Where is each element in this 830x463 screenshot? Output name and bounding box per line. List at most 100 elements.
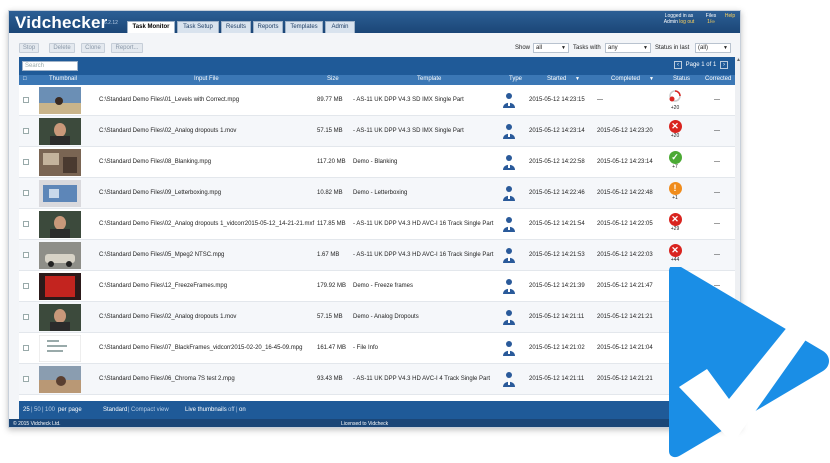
chevron-down-icon: ▼ <box>723 45 728 51</box>
separator: | <box>236 407 238 413</box>
status-in-last-select[interactable]: (all) ▼ <box>695 43 731 53</box>
clone-button[interactable]: Clone <box>81 43 105 53</box>
row-checkbox[interactable] <box>23 283 29 289</box>
video-thumbnail[interactable] <box>39 304 81 331</box>
prev-page-icon[interactable]: ‹ <box>673 61 682 69</box>
table-row[interactable]: C:\Standard Demo Files\02_Analog dropout… <box>19 302 735 333</box>
input-file-cell: C:\Standard Demo Files\09_Letterboxing.m… <box>99 190 222 196</box>
completed-cell: — <box>597 97 603 103</box>
completed-cell: 2015-05-12 14:21:47 <box>597 283 653 289</box>
col-corrected[interactable]: Corrected <box>705 76 731 82</box>
live-thumbnails-label: Live thumbnails <box>185 407 227 413</box>
table-row[interactable]: C:\Standard Demo Files\07_BlackFrames_vi… <box>19 333 735 364</box>
table-row[interactable]: C:\Standard Demo Files\08_Blanking.mpg 11… <box>19 147 735 178</box>
table-row[interactable]: C:\Standard Demo Files\01_Levels with Co… <box>19 85 735 116</box>
tab-task-setup[interactable]: Task Setup <box>177 21 219 33</box>
video-thumbnail[interactable] <box>39 242 81 269</box>
per-page-25[interactable]: 25 <box>23 407 30 413</box>
scroll-up-icon[interactable]: ▲ <box>736 57 740 63</box>
template-cell: Demo - Freeze frames <box>353 283 414 289</box>
select-all-checkbox[interactable]: □ <box>23 76 27 82</box>
col-completed[interactable]: Completed <box>611 76 640 82</box>
col-size[interactable]: Size <box>327 76 339 82</box>
fail-icon[interactable]: ✕ <box>668 120 682 133</box>
col-type[interactable]: Type <box>509 76 522 82</box>
play-triangle-shape <box>669 267 829 458</box>
tab-task-monitor[interactable]: Task Monitor <box>127 21 175 33</box>
started-cell: 2015-05-12 14:22:58 <box>529 159 585 165</box>
video-thumbnail[interactable] <box>39 149 81 176</box>
user-task-icon <box>503 217 515 232</box>
row-checkbox[interactable] <box>23 159 29 165</box>
fail-icon[interactable]: ✕ <box>668 213 682 226</box>
report-button[interactable]: Report... <box>111 43 143 53</box>
row-checkbox[interactable] <box>23 314 29 320</box>
app-version: 6.2.12 <box>104 20 118 26</box>
video-thumbnail[interactable] <box>39 211 81 238</box>
view-compact[interactable]: Compact view <box>131 407 169 413</box>
fail-icon[interactable]: ✕ <box>668 244 682 257</box>
video-thumbnail[interactable] <box>39 366 81 393</box>
live-thumbnails-off[interactable]: off <box>228 407 235 413</box>
input-file-cell: C:\Standard Demo Files\08_Blanking.mpg <box>99 159 212 165</box>
grid-toolbar: Search ‹ Page 1 of 1 › <box>19 57 735 75</box>
next-page-icon[interactable]: › <box>720 61 728 69</box>
delete-button[interactable]: Delete <box>49 43 75 53</box>
video-thumbnail[interactable] <box>39 180 81 207</box>
table-row[interactable]: C:\Standard Demo Files\12_FreezeFrames.m… <box>19 271 735 302</box>
col-status[interactable]: Status <box>673 76 690 82</box>
stop-button[interactable]: Stop <box>19 43 39 53</box>
video-thumbnail[interactable] <box>39 118 81 145</box>
row-checkbox[interactable] <box>23 190 29 196</box>
row-checkbox[interactable] <box>23 128 29 134</box>
video-thumbnail[interactable] <box>39 335 81 362</box>
started-cell: 2015-05-12 14:22:46 <box>529 190 585 196</box>
logout-link[interactable]: log out <box>679 19 694 25</box>
row-checkbox[interactable] <box>23 221 29 227</box>
search-input[interactable]: Search <box>22 61 78 71</box>
input-file-cell: C:\Standard Demo Files\02_Analog dropout… <box>99 128 237 134</box>
per-page-100[interactable]: 100 <box>45 407 55 413</box>
status-count: +29 <box>670 226 680 232</box>
tab-reports[interactable]: Reports <box>253 21 283 33</box>
input-file-cell: C:\Standard Demo Files\06_Chroma 7S test… <box>99 376 235 382</box>
warning-icon[interactable]: ! <box>668 182 682 195</box>
row-checkbox[interactable] <box>23 345 29 351</box>
pass-icon[interactable]: ✓ <box>668 151 682 164</box>
row-checkbox[interactable] <box>23 252 29 258</box>
table-row[interactable]: C:\Standard Demo Files\05_Mpeg2 NTSC.mpg… <box>19 240 735 271</box>
video-thumbnail[interactable] <box>39 87 81 114</box>
started-cell: 2015-05-12 14:21:11 <box>529 376 585 382</box>
show-label: Show <box>515 45 531 51</box>
col-started[interactable]: Started <box>547 76 566 82</box>
completed-cell: 2015-05-12 14:23:20 <box>597 128 653 134</box>
tasks-with-select-value: any <box>608 45 618 51</box>
table-row[interactable]: C:\Standard Demo Files\02_Analog dropout… <box>19 116 735 147</box>
table-row[interactable]: C:\Standard Demo Files\09_Letterboxing.m… <box>19 178 735 209</box>
status-cell: +20 <box>667 89 683 113</box>
input-file-cell: C:\Standard Demo Files\02_Analog dropout… <box>99 221 315 227</box>
row-checkbox[interactable] <box>23 376 29 382</box>
col-input-file[interactable]: Input File <box>194 76 219 82</box>
live-thumbnails-on[interactable]: on <box>239 407 246 413</box>
status-cell: ✕ +20 <box>667 120 683 144</box>
per-page-50[interactable]: 50 <box>34 407 41 413</box>
progress-icon[interactable] <box>668 89 682 103</box>
help-link[interactable]: Help <box>721 13 739 19</box>
col-template[interactable]: Template <box>417 76 441 82</box>
col-thumbnail[interactable]: Thumbnail <box>49 76 77 82</box>
row-checkbox[interactable] <box>23 97 29 103</box>
table-row[interactable]: C:\Standard Demo Files\02_Analog dropout… <box>19 209 735 240</box>
started-cell: 2015-05-12 14:21:39 <box>529 283 585 289</box>
tab-admin[interactable]: Admin <box>325 21 355 33</box>
tab-results[interactable]: Results <box>221 21 251 33</box>
video-thumbnail[interactable] <box>39 273 81 300</box>
view-standard[interactable]: Standard <box>103 407 127 413</box>
user-name: Admin <box>663 19 678 25</box>
tab-templates[interactable]: Templates <box>285 21 323 33</box>
size-cell: 117.85 MB <box>317 221 346 227</box>
template-cell: Demo - Letterboxing <box>353 190 408 196</box>
tasks-with-select[interactable]: any ▼ <box>605 43 651 53</box>
show-select[interactable]: all ▼ <box>533 43 569 53</box>
table-row[interactable]: C:\Standard Demo Files\06_Chroma 7S test… <box>19 364 735 395</box>
